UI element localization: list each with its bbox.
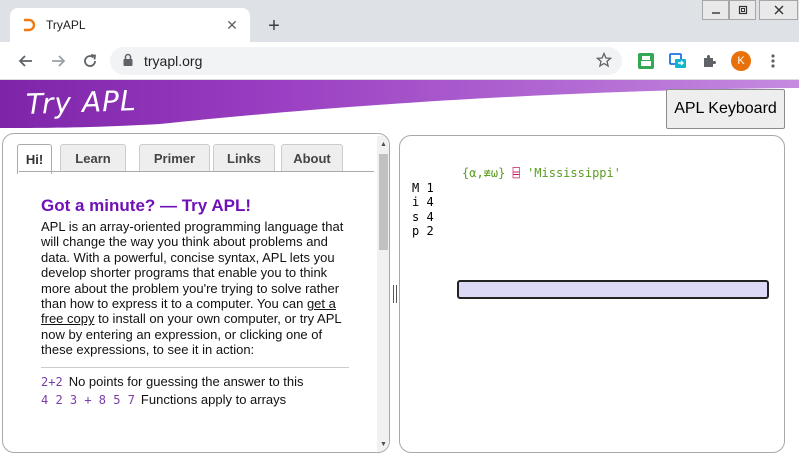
tab-close-icon[interactable]: ✕ bbox=[224, 17, 240, 33]
tab-about[interactable]: About bbox=[281, 144, 343, 172]
tab-primer[interactable]: Primer bbox=[139, 144, 210, 172]
hi-content: Got a minute? — Try APL! APL is an array… bbox=[41, 196, 349, 409]
divider bbox=[41, 366, 349, 368]
apl-session-panel[interactable]: {⍺,≢⍵} ⌸ 'Mississippi' M 1 i 4 s 4 p 2 bbox=[399, 135, 785, 453]
session-log: {⍺,≢⍵} ⌸ 'Mississippi' M 1 i 4 s 4 p 2 bbox=[412, 166, 621, 239]
session-output-line: M 1 bbox=[412, 180, 434, 195]
close-window-icon[interactable] bbox=[759, 0, 798, 20]
apl-input-field[interactable] bbox=[457, 280, 769, 299]
browser-toolbar: tryapl.org K bbox=[0, 42, 799, 80]
input-function: {⍺,≢⍵} bbox=[462, 166, 506, 180]
scroll-up-icon[interactable]: ▲ bbox=[379, 139, 388, 149]
input-argument: 'Mississippi' bbox=[527, 166, 621, 180]
tryapl-logo[interactable]: Try APL bbox=[25, 84, 137, 121]
profile-avatar[interactable]: K bbox=[731, 51, 751, 71]
session-input-line[interactable]: {⍺,≢⍵} ⌸ 'Mississippi' bbox=[412, 166, 621, 181]
back-icon[interactable] bbox=[14, 49, 38, 73]
screen-share-extension-icon[interactable] bbox=[668, 51, 688, 71]
intro-text-1: APL is an array-oriented programming lan… bbox=[41, 219, 344, 312]
chrome-menu-icon[interactable] bbox=[763, 51, 783, 71]
browser-tabstrip: TryAPL ✕ + bbox=[0, 0, 799, 42]
tab-title: TryAPL bbox=[46, 18, 86, 32]
example-description: Functions apply to arrays bbox=[140, 391, 287, 407]
example-code[interactable]: 2+2 bbox=[41, 375, 63, 389]
reload-icon[interactable] bbox=[78, 49, 102, 73]
session-output-line: p 2 bbox=[412, 224, 434, 238]
browser-tab[interactable]: TryAPL ✕ bbox=[10, 8, 250, 42]
apl-keyboard-button[interactable]: APL Keyboard bbox=[666, 89, 785, 129]
tab-hi[interactable]: Hi! bbox=[17, 144, 52, 174]
panel-scrollbar[interactable]: ▲ ▼ bbox=[377, 136, 389, 452]
page-title: Got a minute? — Try APL! bbox=[41, 196, 251, 215]
panel-splitter-handle[interactable] bbox=[393, 285, 397, 303]
example-code[interactable]: 4 2 3 + 8 5 7 bbox=[41, 393, 135, 407]
restore-window-icon[interactable] bbox=[729, 0, 756, 20]
forward-icon[interactable] bbox=[46, 49, 70, 73]
bookmark-star-icon[interactable] bbox=[595, 51, 613, 71]
intro-paragraph: APL is an array-oriented programming lan… bbox=[41, 219, 349, 358]
tab-learn[interactable]: Learn bbox=[60, 144, 126, 172]
session-output-line: i 4 bbox=[412, 195, 434, 209]
input-operator: ⌸ bbox=[512, 166, 520, 180]
tab-links[interactable]: Links bbox=[213, 144, 275, 172]
scroll-thumb[interactable] bbox=[379, 154, 388, 250]
minimize-window-icon[interactable] bbox=[702, 0, 729, 20]
printer-extension-icon[interactable] bbox=[636, 51, 656, 71]
address-bar[interactable]: tryapl.org bbox=[110, 47, 622, 75]
tabs-underline bbox=[19, 171, 374, 172]
example-row[interactable]: 4 2 3 + 8 5 7 Functions apply to arrays bbox=[41, 391, 349, 409]
tryapl-favicon-icon bbox=[20, 17, 36, 33]
lock-icon bbox=[122, 53, 134, 70]
info-panel: Hi! Learn Primer Links About Got a minut… bbox=[2, 133, 390, 453]
example-row[interactable]: 2+2 No points for guessing the answer to … bbox=[41, 373, 349, 391]
extensions-puzzle-icon[interactable] bbox=[699, 51, 719, 71]
session-output-line: s 4 bbox=[412, 209, 434, 224]
example-description: No points for guessing the answer to thi… bbox=[68, 373, 304, 389]
url-text: tryapl.org bbox=[144, 53, 203, 69]
scroll-down-icon[interactable]: ▼ bbox=[379, 439, 388, 449]
new-tab-icon[interactable]: + bbox=[262, 14, 286, 38]
